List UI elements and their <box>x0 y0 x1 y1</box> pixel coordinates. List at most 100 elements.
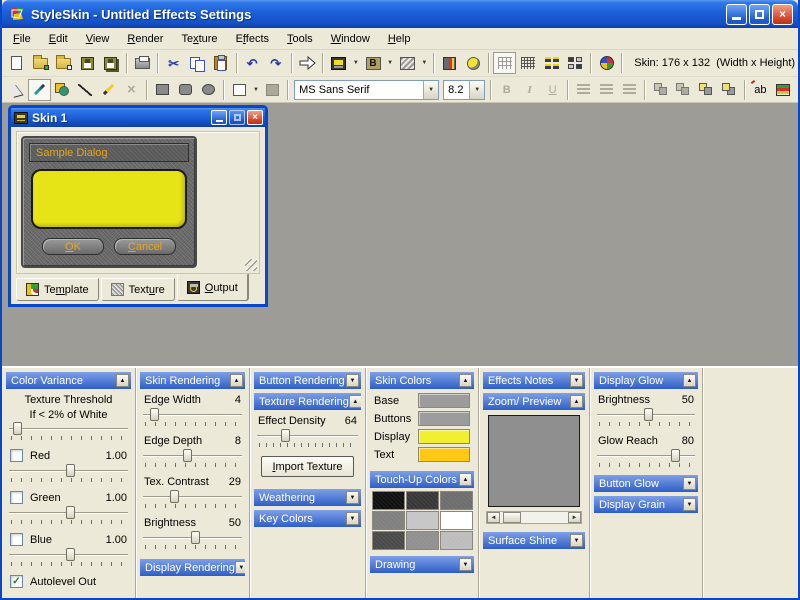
panel-header-surface-shine[interactable]: Surface Shine ▼ <box>483 532 585 549</box>
resize-grip[interactable] <box>245 259 257 271</box>
close-button[interactable]: × <box>772 4 793 25</box>
menu-tools[interactable]: Tools <box>278 30 322 48</box>
save-as-button[interactable] <box>99 52 123 74</box>
expand-button[interactable]: ▼ <box>346 512 359 525</box>
touch-up-swatch[interactable] <box>406 511 439 530</box>
font-size-combo[interactable]: 8.2 ▼ <box>443 80 485 100</box>
scrollbar-thumb[interactable] <box>503 512 521 523</box>
cut-button[interactable]: ✂ <box>162 52 186 74</box>
undo-button[interactable]: ↶ <box>241 52 265 74</box>
green-slider[interactable] <box>9 506 128 519</box>
collapse-button[interactable]: ▲ <box>683 374 696 387</box>
panel-header-texture-rendering[interactable]: Texture Rendering ▲ <box>254 393 361 410</box>
texture-fill-dropdown[interactable]: ▼ <box>419 52 430 74</box>
align-left-button[interactable] <box>572 79 595 101</box>
export-button[interactable] <box>438 52 462 74</box>
touch-up-swatch[interactable] <box>406 491 439 510</box>
shine-button[interactable] <box>461 52 485 74</box>
tab-template[interactable]: Template <box>16 278 99 301</box>
glow-brightness-slider[interactable] <box>597 408 695 421</box>
collapse-button[interactable]: ▲ <box>230 374 243 387</box>
menu-edit[interactable]: Edit <box>40 30 77 48</box>
touch-up-swatch[interactable] <box>440 531 473 550</box>
rectangle-tool-button[interactable] <box>151 79 174 101</box>
underline-button[interactable]: U <box>541 79 564 101</box>
edge-width-slider[interactable] <box>143 408 242 421</box>
panel-header-skin-colors[interactable]: Skin Colors ▲ <box>370 372 474 389</box>
order-back-button[interactable] <box>695 79 718 101</box>
align-center-button[interactable] <box>595 79 618 101</box>
maximize-button[interactable] <box>749 4 770 25</box>
blue-checkbox[interactable] <box>10 533 23 546</box>
bold-color-dropdown[interactable]: ▼ <box>385 52 396 74</box>
display-color-swatch[interactable] <box>418 429 470 444</box>
preview-scrollbar[interactable]: ◄ ► <box>486 511 582 524</box>
order-front-button[interactable] <box>718 79 741 101</box>
slider-thumb[interactable] <box>66 548 75 561</box>
open-effects-button[interactable] <box>52 52 76 74</box>
slider-thumb[interactable] <box>644 408 653 421</box>
bold-color-button[interactable]: B <box>361 52 385 74</box>
panel-header-drawing[interactable]: Drawing ▼ <box>370 556 474 573</box>
skin-minimize-button[interactable] <box>211 110 227 125</box>
italic-button[interactable]: I <box>518 79 541 101</box>
touch-up-swatch[interactable] <box>406 531 439 550</box>
panel-header-effects-notes[interactable]: Effects Notes ▼ <box>483 372 585 389</box>
expand-button[interactable]: ▼ <box>570 534 583 547</box>
skin-window[interactable]: Skin 1 × Sample Dialog OK Cancel <box>8 105 268 307</box>
tex-contrast-slider[interactable] <box>143 490 242 503</box>
slider-thumb[interactable] <box>150 408 159 421</box>
menu-texture[interactable]: Texture <box>172 30 226 48</box>
expand-button[interactable]: ▼ <box>570 374 583 387</box>
rename-button[interactable]: ab <box>749 79 772 101</box>
menu-effects[interactable]: Effects <box>227 30 278 48</box>
collapse-button[interactable]: ▲ <box>459 374 472 387</box>
buttons-color-swatch[interactable] <box>418 411 470 426</box>
slider-thumb[interactable] <box>66 464 75 477</box>
new-button[interactable] <box>5 52 29 74</box>
menu-window[interactable]: Window <box>322 30 379 48</box>
panel-header-display-glow[interactable]: Display Glow ▲ <box>594 372 698 389</box>
slider-thumb[interactable] <box>66 506 75 519</box>
bring-front-button[interactable] <box>672 79 695 101</box>
expand-button[interactable]: ▼ <box>346 374 359 387</box>
expand-button[interactable]: ▼ <box>683 498 696 511</box>
save-button[interactable] <box>76 52 100 74</box>
touch-up-swatch[interactable] <box>372 511 405 530</box>
skin-maximize-button[interactable] <box>229 110 245 125</box>
grid-cells-button[interactable] <box>563 52 587 74</box>
menu-help[interactable]: Help <box>379 30 420 48</box>
import-texture-button[interactable]: Import Texture <box>261 456 353 477</box>
touch-up-swatch[interactable] <box>440 511 473 530</box>
green-checkbox[interactable] <box>10 491 23 504</box>
delete-tool-button[interactable]: × <box>120 79 143 101</box>
collapse-button[interactable]: ▲ <box>116 374 129 387</box>
font-name-combo[interactable]: MS Sans Serif ▼ <box>294 80 439 100</box>
grid-large-button[interactable] <box>516 52 540 74</box>
slider-thumb[interactable] <box>671 449 680 462</box>
red-slider[interactable] <box>9 464 128 477</box>
skin-window-titlebar[interactable]: Skin 1 × <box>11 108 265 127</box>
panel-header-button-rendering[interactable]: Button Rendering ▼ <box>254 372 361 389</box>
expand-button[interactable]: ▼ <box>459 558 472 571</box>
display-color-dropdown[interactable]: ▼ <box>351 52 362 74</box>
grid-buttons-button[interactable] <box>540 52 564 74</box>
copy-button[interactable] <box>186 52 210 74</box>
redo-button[interactable]: ↷ <box>264 52 288 74</box>
print-button[interactable] <box>131 52 155 74</box>
open-skin-button[interactable] <box>29 52 53 74</box>
chevron-down-icon[interactable]: ▼ <box>469 81 484 99</box>
ellipse-tool-button[interactable] <box>197 79 220 101</box>
send-back-button[interactable] <box>649 79 672 101</box>
expand-button[interactable]: ▼ <box>235 561 245 574</box>
scroll-left-button[interactable]: ◄ <box>487 512 500 523</box>
red-checkbox[interactable] <box>10 449 23 462</box>
effect-density-slider[interactable] <box>257 429 358 442</box>
pen-tool-button[interactable] <box>97 79 120 101</box>
stroke-color-button[interactable] <box>261 79 284 101</box>
collapse-button[interactable]: ▲ <box>459 473 472 486</box>
menu-view[interactable]: View <box>77 30 119 48</box>
paste-button[interactable] <box>209 52 233 74</box>
line-tool-button[interactable] <box>74 79 97 101</box>
text-color-swatch[interactable] <box>418 447 470 462</box>
